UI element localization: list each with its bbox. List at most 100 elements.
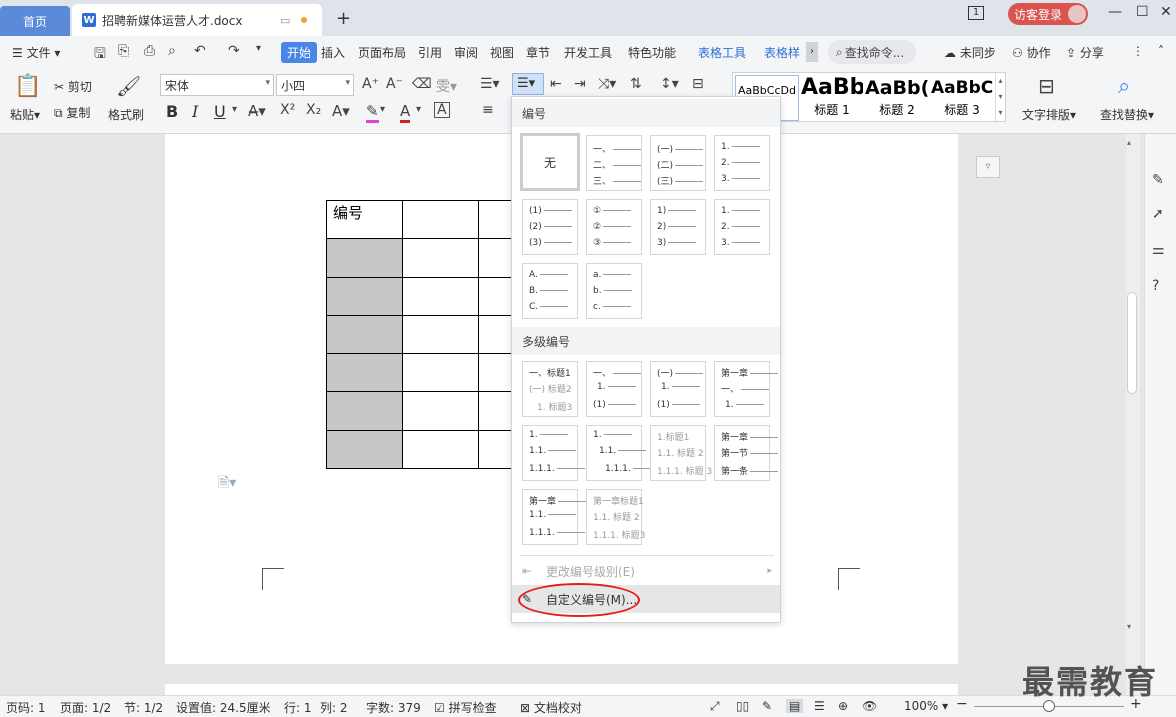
login-button[interactable]: 访客登录 bbox=[1008, 3, 1088, 25]
outline-view-icon[interactable]: ☰ bbox=[814, 699, 825, 713]
proofread-button[interactable]: ⊠ 文档校对 bbox=[520, 699, 582, 716]
redo-icon[interactable]: ↷ bbox=[228, 43, 240, 59]
pen-icon[interactable]: ✎ bbox=[1152, 172, 1164, 188]
tab-special[interactable]: 特色功能 bbox=[628, 44, 676, 61]
table-cell[interactable] bbox=[402, 391, 479, 431]
spell-check-button[interactable]: ☑ 拼写检查 bbox=[434, 699, 497, 716]
decrease-indent-icon[interactable]: ⇤ bbox=[550, 76, 562, 92]
multilevel-option[interactable]: (一) 1. (1) bbox=[650, 361, 706, 417]
scroll-tabs-right-icon[interactable]: › bbox=[806, 42, 818, 62]
show-marks-icon[interactable]: ⊟ bbox=[692, 76, 704, 92]
text-layout-button[interactable]: 文字排版▾ bbox=[1022, 106, 1076, 123]
numbering-option[interactable]: ①②③ bbox=[586, 199, 642, 255]
change-level-item[interactable]: ⇤ 更改编号级别(E) ▸ bbox=[512, 557, 780, 585]
minimize-icon[interactable]: — bbox=[1108, 4, 1122, 20]
multilevel-option[interactable]: 第一章 一、 1. bbox=[714, 361, 770, 417]
multilevel-option[interactable]: 1. 1.1. 1.1.1. bbox=[522, 425, 578, 481]
more-options-icon[interactable]: ⋮ bbox=[1132, 44, 1144, 58]
filter-icon[interactable]: ▿ bbox=[976, 156, 1000, 178]
numbering-option[interactable]: 1) 2) 3) bbox=[650, 199, 706, 255]
bold-button[interactable]: B bbox=[166, 102, 178, 121]
table-cell[interactable] bbox=[402, 238, 479, 278]
page-view-icon[interactable]: 1 bbox=[968, 6, 984, 20]
paragraph-handle-icon[interactable]: 🗎▾ bbox=[218, 472, 236, 496]
print-icon[interactable]: ⎙ bbox=[144, 43, 155, 59]
paste-icon[interactable]: 📋 bbox=[14, 74, 41, 99]
font-color-dropdown-icon[interactable]: ▾ bbox=[416, 104, 421, 115]
numbering-button[interactable]: ☰▾ bbox=[512, 73, 544, 95]
write-mode-icon[interactable]: ✎ bbox=[762, 699, 772, 713]
underline-dropdown-icon[interactable]: ▾ bbox=[232, 104, 237, 115]
char-border-icon[interactable]: A bbox=[434, 102, 450, 118]
tab-review[interactable]: 审阅 bbox=[454, 44, 478, 61]
status-row[interactable]: 行: 1 bbox=[284, 699, 312, 716]
phonetic-icon[interactable]: 雯▾ bbox=[436, 76, 457, 96]
table-cell[interactable] bbox=[402, 314, 479, 355]
grow-font-icon[interactable]: A⁺ bbox=[362, 76, 379, 92]
tab-home[interactable]: 首页 bbox=[0, 6, 70, 36]
tab-view[interactable]: 视图 bbox=[490, 44, 514, 61]
multilevel-option[interactable]: 第一章 第一节 第一条 bbox=[714, 425, 770, 481]
table-cell[interactable] bbox=[326, 276, 403, 316]
shrink-font-icon[interactable]: A⁻ bbox=[386, 76, 403, 92]
multilevel-option[interactable]: 第一章标题1 1.1. 标题 2 1.1.1. 标题3 bbox=[586, 489, 645, 545]
style-heading1[interactable]: AaBb 标题 1 bbox=[801, 75, 863, 121]
unsync-button[interactable]: ☁ 未同步 bbox=[944, 44, 996, 61]
highlight-icon[interactable]: ✎ bbox=[366, 102, 379, 123]
font-name-select[interactable]: 宋体 bbox=[160, 74, 274, 96]
maximize-icon[interactable]: ☐ bbox=[1136, 4, 1149, 20]
sort-icon[interactable]: ⇅ bbox=[630, 76, 642, 92]
italic-button[interactable]: I bbox=[192, 102, 198, 121]
tab-reference[interactable]: 引用 bbox=[418, 44, 442, 61]
eye-protection-icon[interactable]: 👁 bbox=[862, 699, 877, 713]
scroll-up-icon[interactable]: ▴ bbox=[1127, 138, 1131, 147]
style-heading2[interactable]: AaBb( 标题 2 bbox=[865, 75, 929, 121]
scroll-down-icon[interactable]: ▾ bbox=[1127, 622, 1131, 631]
paste-button[interactable]: 粘贴▾ bbox=[10, 106, 40, 123]
share-button[interactable]: ⇪ 分享 bbox=[1066, 44, 1104, 61]
tab-insert[interactable]: 插入 bbox=[321, 44, 345, 61]
status-words[interactable]: 字数: 379 bbox=[366, 699, 421, 716]
table-cell[interactable] bbox=[402, 276, 479, 316]
multilevel-option[interactable]: 1.标题1 1.1. 标题 2 1.1.1. 标题 3 bbox=[650, 425, 712, 481]
new-tab-button[interactable]: + bbox=[336, 8, 351, 29]
tab-developer[interactable]: 开发工具 bbox=[564, 44, 612, 61]
increase-indent-icon[interactable]: ⇥ bbox=[574, 76, 586, 92]
fullscreen-icon[interactable]: ⤢ bbox=[710, 699, 720, 714]
line-spacing-icon[interactable]: ↕▾ bbox=[660, 76, 679, 92]
table-cell[interactable] bbox=[326, 238, 403, 278]
cut-button[interactable]: ✂ 剪切 bbox=[54, 78, 92, 95]
text-effect-icon[interactable]: A▾ bbox=[332, 102, 350, 120]
more-dropdown-icon[interactable]: ▾ bbox=[256, 43, 261, 54]
zoom-level[interactable]: 100% ▾ bbox=[904, 699, 948, 713]
numbering-option[interactable]: 1. 2. 3. bbox=[714, 199, 770, 255]
undo-icon[interactable]: ↶ bbox=[194, 43, 206, 59]
find-replace-icon[interactable]: ⌕ bbox=[1118, 74, 1130, 99]
table-cell[interactable] bbox=[326, 314, 403, 355]
multilevel-option[interactable]: 一、标题1 (一) 标题2 1. 标题3 bbox=[522, 361, 578, 417]
find-replace-button[interactable]: 查找替换▾ bbox=[1100, 106, 1154, 123]
numbering-option[interactable]: A. B. C. bbox=[522, 263, 578, 319]
text-direction-icon[interactable]: ⤨▾ bbox=[598, 76, 616, 92]
table-cell[interactable] bbox=[402, 353, 479, 393]
collab-button[interactable]: ⚇ 协作 bbox=[1012, 44, 1051, 61]
format-painter-icon[interactable]: 🖌 bbox=[116, 74, 141, 98]
style-heading3[interactable]: AaBbC 标题 3 bbox=[931, 75, 993, 121]
save-icon[interactable]: 🖫 bbox=[94, 43, 106, 67]
superscript-icon[interactable]: X² bbox=[280, 102, 295, 118]
numbering-option[interactable]: 一、 二、 三、 bbox=[586, 135, 642, 191]
cursor-icon[interactable]: ➚ bbox=[1152, 206, 1164, 222]
export-icon[interactable]: ⎘ bbox=[118, 43, 129, 59]
format-painter-button[interactable]: 格式刷 bbox=[108, 106, 144, 123]
status-col[interactable]: 列: 2 bbox=[320, 699, 348, 716]
numbering-option[interactable]: 1. 2. 3. bbox=[714, 135, 770, 191]
tab-start[interactable]: 开始 bbox=[281, 42, 318, 63]
copy-button[interactable]: ⧉ 复制 bbox=[54, 104, 90, 121]
close-icon[interactable]: ✕ bbox=[1160, 4, 1172, 20]
preview-icon[interactable]: ⌕ bbox=[168, 43, 176, 59]
settings-sliders-icon[interactable]: ⚌ bbox=[1152, 242, 1165, 258]
highlight-dropdown-icon[interactable]: ▾ bbox=[380, 104, 385, 115]
text-layout-icon[interactable]: ⊟ bbox=[1038, 74, 1055, 98]
table-cell[interactable]: 编号 bbox=[326, 199, 403, 240]
underline-button[interactable]: U bbox=[214, 102, 226, 121]
